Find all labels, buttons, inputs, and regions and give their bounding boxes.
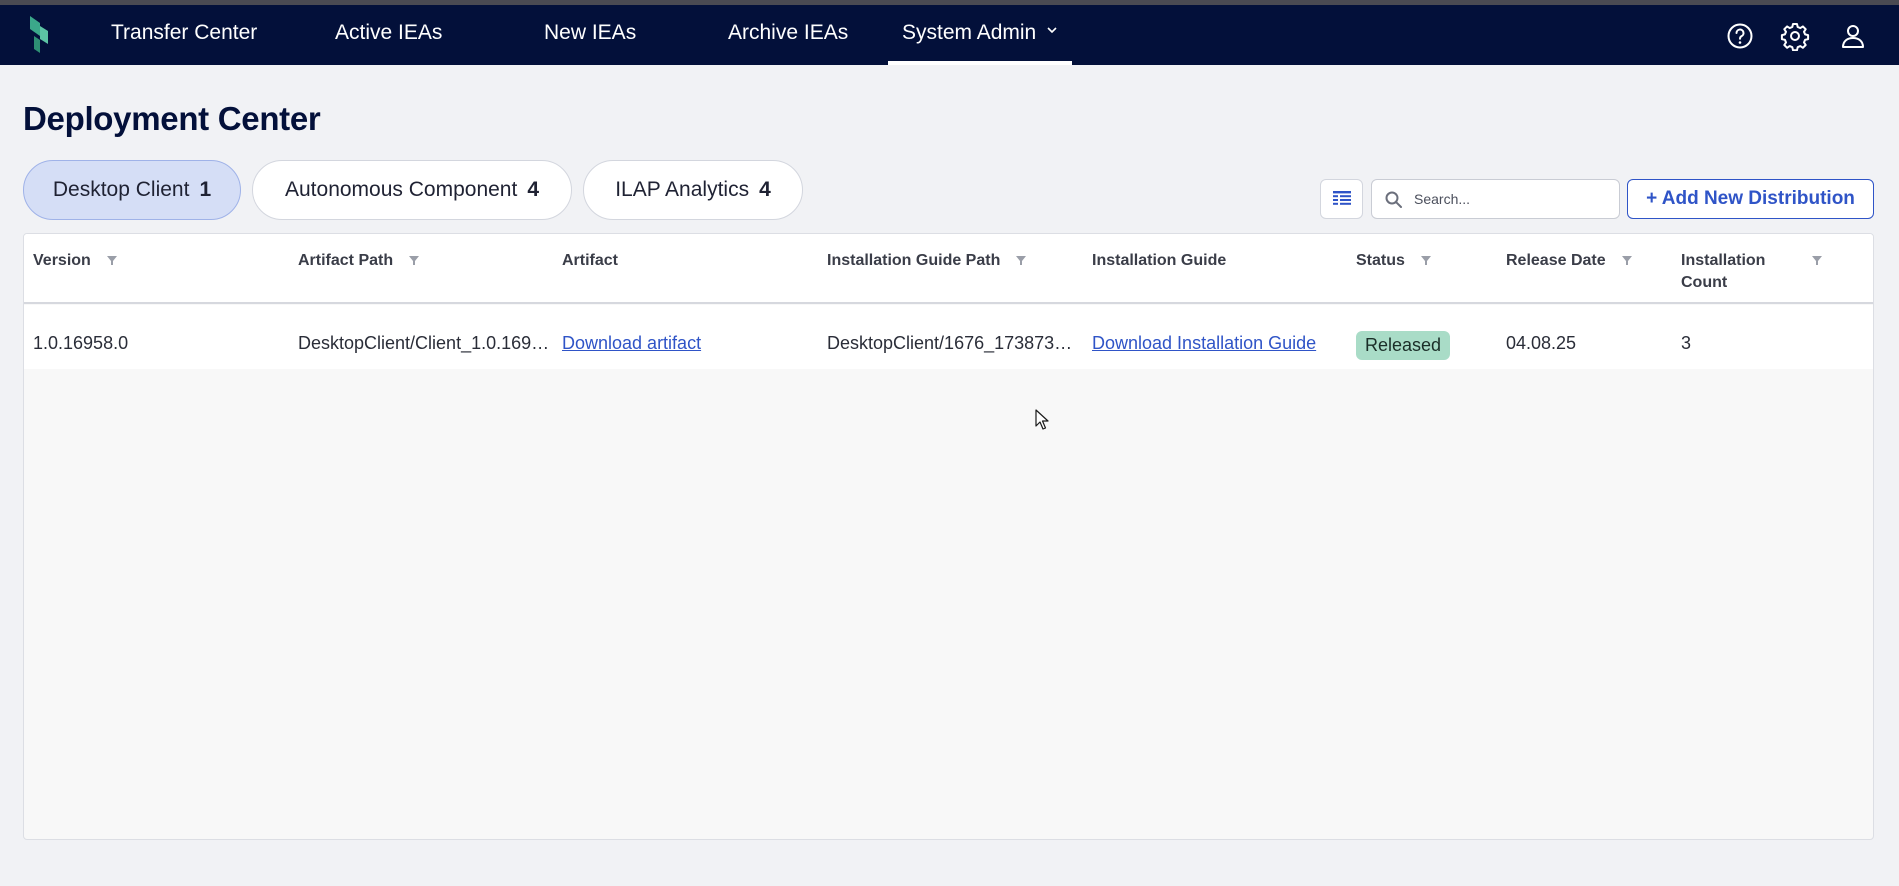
- distribution-table: Version Artifact Path Artifact Installat…: [23, 233, 1874, 840]
- tab-count: 4: [759, 178, 771, 201]
- tab-label: Autonomous Component: [285, 178, 518, 201]
- column-header-artifact: Artifact: [562, 252, 619, 269]
- mouse-cursor-icon: [1035, 409, 1049, 430]
- tab-desktop-client[interactable]: Desktop Client 1: [23, 160, 241, 220]
- nav-system-admin-label: System Admin: [902, 21, 1037, 44]
- download-artifact-link[interactable]: Download artifact: [562, 333, 701, 354]
- column-header-status[interactable]: Status: [1356, 250, 1405, 272]
- column-view-toggle-button[interactable]: [1320, 179, 1363, 219]
- nav-new-ieas[interactable]: New IEAs: [544, 5, 636, 65]
- filter-icon[interactable]: [1811, 254, 1823, 266]
- user-account-icon[interactable]: [1838, 21, 1868, 51]
- table-header: Version Artifact Path Artifact Installat…: [24, 234, 1873, 304]
- help-icon[interactable]: [1725, 21, 1755, 51]
- column-header-artifact-path[interactable]: Artifact Path: [298, 250, 393, 272]
- nav-transfer-center[interactable]: Transfer Center: [111, 5, 257, 65]
- top-navbar: Transfer Center Active IEAs New IEAs Arc…: [0, 5, 1899, 65]
- filter-icon[interactable]: [106, 254, 118, 266]
- column-header-release-date[interactable]: Release Date: [1506, 250, 1606, 272]
- tab-count: 1: [199, 178, 212, 201]
- nav-system-admin[interactable]: System Admin: [887, 5, 1073, 65]
- search-input[interactable]: [1414, 180, 1614, 218]
- chevron-down-icon: [1047, 27, 1057, 34]
- search-icon: [1385, 191, 1402, 208]
- cell-installation-count: 3: [1681, 333, 1692, 353]
- tab-ilap-analytics[interactable]: ILAP Analytics 4: [583, 160, 803, 220]
- status-badge: Released: [1356, 331, 1451, 360]
- cell-installation-guide-path: DesktopClient/1676_173873…: [827, 333, 1073, 353]
- page-title: Deployment Center: [23, 100, 321, 137]
- tab-count: 4: [527, 178, 539, 201]
- column-header-installation-guide-path[interactable]: Installation Guide Path: [827, 250, 1000, 272]
- cell-version: 1.0.16958.0: [33, 333, 129, 353]
- app-logo-icon[interactable]: [28, 14, 50, 54]
- nav-active-ieas[interactable]: Active IEAs: [335, 5, 442, 65]
- nav-archive-ieas[interactable]: Archive IEAs: [728, 5, 848, 65]
- tab-autonomous-component[interactable]: Autonomous Component 4: [252, 160, 572, 220]
- column-header-installation-count[interactable]: Installation Count: [1681, 250, 1791, 294]
- tab-label: ILAP Analytics: [615, 178, 750, 201]
- column-header-installation-guide: Installation Guide: [1092, 252, 1227, 269]
- column-header-version[interactable]: Version: [33, 250, 91, 272]
- add-new-distribution-button[interactable]: + Add New Distribution: [1627, 179, 1874, 219]
- filter-icon[interactable]: [408, 254, 420, 266]
- filter-icon[interactable]: [1420, 254, 1432, 266]
- search-box: [1371, 179, 1620, 219]
- table-row[interactable]: 1.0.16958.0 DesktopClient/Client_1.0.169…: [24, 305, 1873, 369]
- filter-icon[interactable]: [1621, 254, 1633, 266]
- columns-list-icon: [1332, 191, 1351, 205]
- cell-artifact-path: DesktopClient/Client_1.0.169…: [298, 333, 550, 353]
- tab-label: Desktop Client: [52, 178, 190, 201]
- filter-icon[interactable]: [1015, 254, 1027, 266]
- settings-gear-icon[interactable]: [1780, 21, 1810, 51]
- cell-release-date: 04.08.25: [1506, 333, 1577, 353]
- download-installation-guide-link[interactable]: Download Installation Guide: [1092, 333, 1316, 354]
